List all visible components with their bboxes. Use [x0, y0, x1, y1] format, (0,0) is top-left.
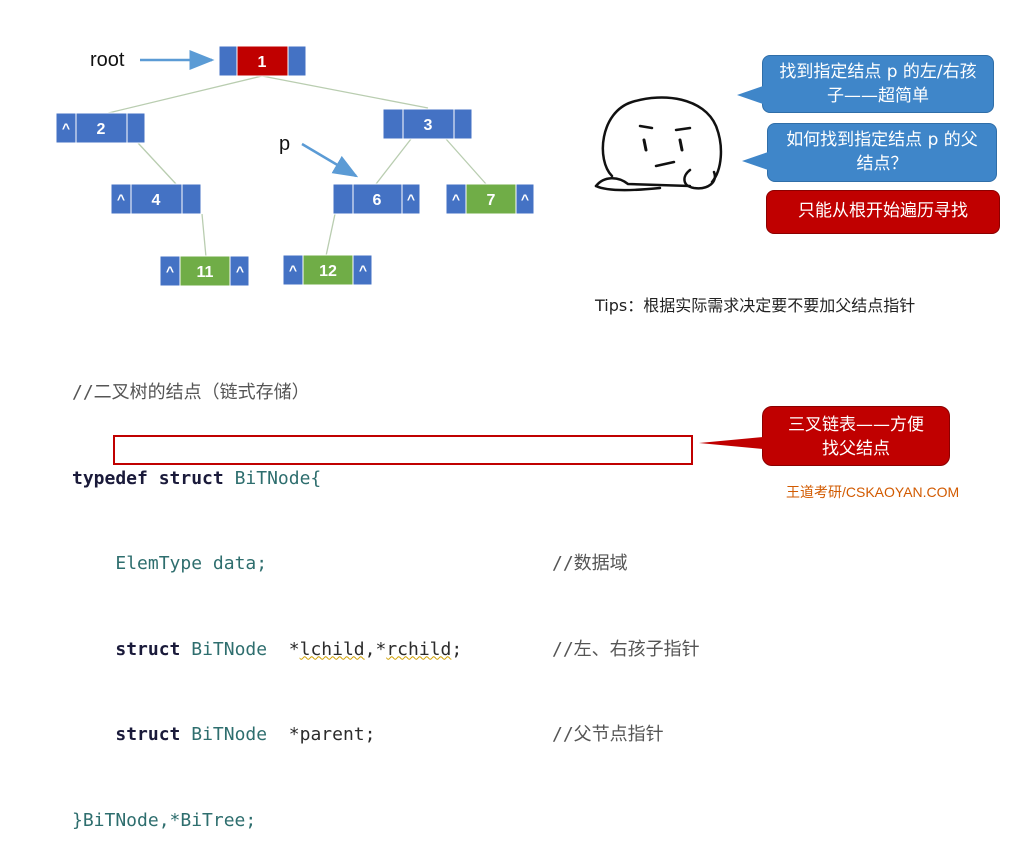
root-pointer-label: root — [90, 49, 125, 71]
tree-node-11: ^ 11 ^ — [159, 255, 250, 287]
tree-node-6: 6 ^ — [332, 183, 421, 215]
edge-3-6 — [375, 138, 412, 185]
callout-three-link-list: 三叉链表——方便 找父结点 — [699, 406, 950, 466]
null-left-4: ^ — [117, 191, 125, 207]
code-struct-name: BiTNode{ — [234, 467, 322, 489]
code-struct-keyword: struct — [158, 467, 224, 489]
code-elemtype: ElemType — [115, 553, 203, 574]
null-right-6: ^ — [407, 191, 415, 207]
bubble-text-1: 找到指定结点 p 的左/右孩子——超简单 — [779, 62, 977, 106]
null-left-11: ^ — [166, 263, 174, 279]
code-struct-keyword-2: struct — [115, 638, 181, 660]
bubble-text-3: 只能从根开始遍历寻找 — [798, 201, 968, 221]
edge-1-2 — [99, 75, 263, 116]
edge-3-7 — [445, 138, 487, 185]
node-label-7: 7 — [487, 192, 496, 209]
null-right-7: ^ — [521, 191, 529, 207]
null-right-12: ^ — [359, 262, 367, 278]
edge-1-3 — [261, 75, 429, 109]
parent-field-highlight — [113, 435, 693, 465]
code-typedef-keyword: typedef — [72, 467, 148, 489]
tree-node-4: ^ 4 — [110, 183, 202, 215]
node-label-3: 3 — [424, 117, 433, 134]
code-semicolon: ; — [451, 638, 463, 660]
tree-node-3: 3 — [382, 108, 473, 140]
node-label-2: 2 — [97, 121, 106, 138]
code-block: //二叉树的结点（链式存储） typedef struct BiTNode{ E… — [72, 322, 700, 864]
edge-2-4 — [137, 142, 177, 185]
node-label-11: 11 — [197, 264, 214, 281]
code-star: * — [267, 638, 300, 660]
callout-line-2: 找父结点 — [822, 439, 890, 459]
speech-bubble-left-right-child: 找到指定结点 p 的左/右孩子——超简单 — [737, 55, 994, 113]
bubble-text-2: 如何找到指定结点 p 的父结点？ — [786, 130, 978, 174]
code-rchild: rchild — [386, 638, 452, 660]
code-bitnode-type: BiTNode — [191, 638, 268, 660]
code-lchild: lchild — [299, 638, 365, 660]
edge-4-11 — [201, 213, 207, 258]
callout-line-1: 三叉链表——方便 — [788, 415, 924, 435]
node-label-12: 12 — [319, 263, 337, 280]
null-left-2: ^ — [62, 120, 70, 136]
tree-edges — [99, 75, 487, 258]
code-comment-title: //二叉树的结点（链式存储） — [72, 382, 310, 403]
node-label-1: 1 — [258, 54, 267, 71]
thinking-face-icon — [594, 96, 723, 192]
node-label-4: 4 — [152, 192, 161, 209]
code-comment-parent: //父节点指针 — [552, 724, 664, 745]
speech-bubble-traverse-from-root: 只能从根开始遍历寻找 — [766, 190, 1000, 234]
node-label-6: 6 — [373, 192, 382, 209]
code-bitnode-type-2: BiTNode — [191, 724, 268, 745]
code-comment-children: //左、右孩子指针 — [552, 638, 700, 660]
tree-node-2: ^ 2 — [55, 112, 146, 144]
footer-brand: 王道考研/CSKAOYAN.COM — [786, 484, 960, 500]
p-pointer-label: p — [279, 133, 290, 155]
code-comma-star: ,* — [364, 638, 387, 660]
tree-node-12: ^ 12 ^ — [282, 254, 373, 286]
speech-bubble-parent-question: 如何找到指定结点 p 的父结点？ — [742, 123, 997, 182]
edge-6-12 — [325, 213, 336, 257]
p-pointer-arrow — [301, 142, 359, 178]
null-right-11: ^ — [236, 263, 244, 279]
code-data-field: data; — [202, 553, 268, 574]
tree-node-1: 1 — [218, 45, 307, 77]
null-left-12: ^ — [289, 262, 297, 278]
code-closing: }BiTNode,*BiTree; — [72, 809, 257, 831]
code-comment-data: //数据域 — [552, 553, 628, 574]
tree-node-7: ^ 7 ^ — [445, 183, 535, 215]
tips-text: Tips：根据实际需求决定要不要加父结点指针 — [595, 296, 916, 315]
code-struct-keyword-3: struct — [115, 724, 181, 745]
null-left-7: ^ — [452, 191, 460, 207]
code-parent-field: *parent; — [267, 724, 376, 745]
